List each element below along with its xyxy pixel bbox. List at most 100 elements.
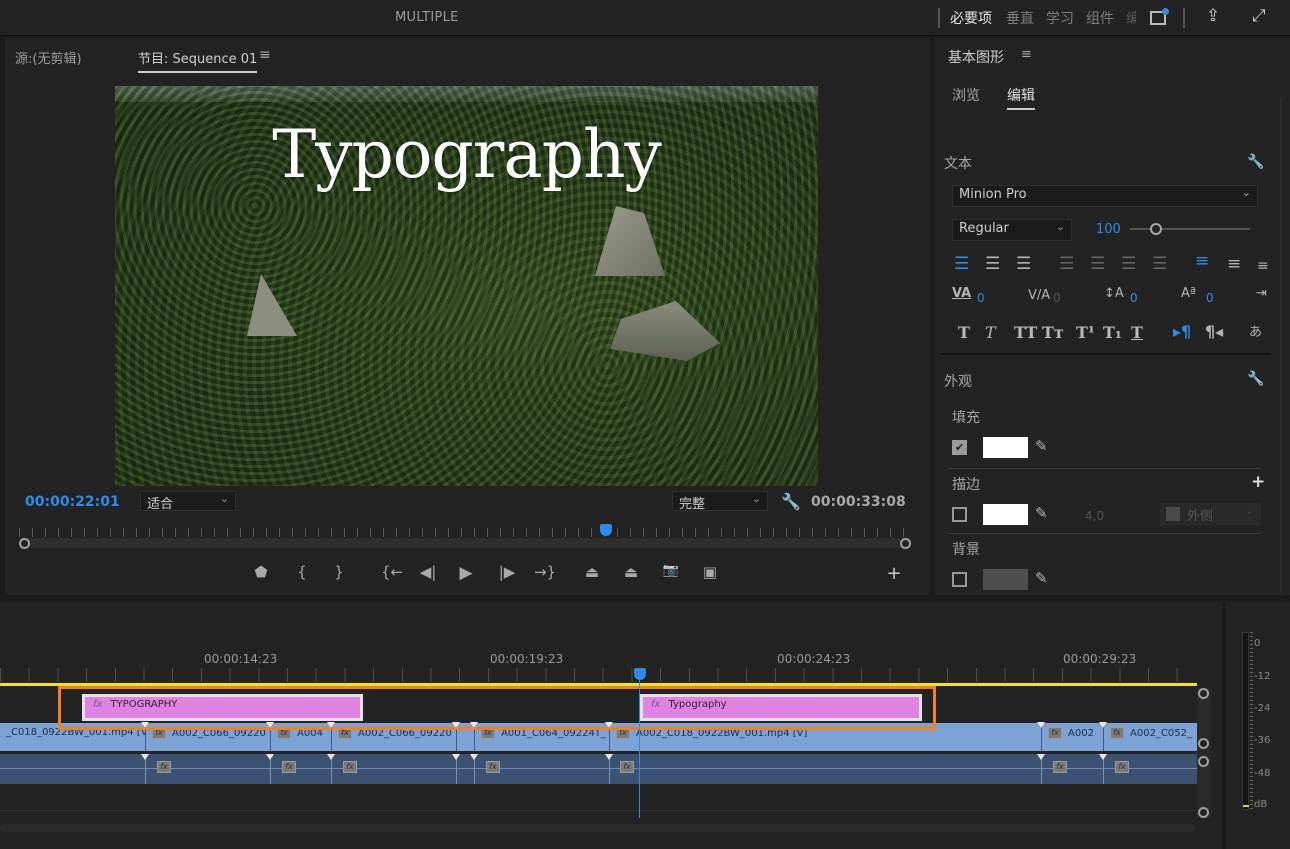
play-button[interactable]: ▶ [455, 563, 477, 583]
tab-width-icon[interactable]: ⇥ [1256, 286, 1267, 301]
tab-source-monitor[interactable]: 源:(无剪辑) [15, 48, 82, 67]
fx-badge[interactable]: fx [157, 761, 171, 773]
tab-browse[interactable]: 浏览 [952, 85, 980, 105]
align-top-icon[interactable]: ≡ [1195, 251, 1209, 271]
button-editor-add-button[interactable]: + [883, 563, 905, 584]
transition-marker[interactable] [470, 754, 478, 760]
tsume-icon[interactable]: あ [1249, 321, 1262, 340]
playback-resolution-select[interactable]: 完整 ⌄ [672, 491, 768, 512]
mark-out-button[interactable]: } [328, 563, 350, 581]
video-clip[interactable]: fx A002_C052_ [1103, 723, 1197, 751]
extract-button[interactable]: ⏏ [620, 563, 642, 581]
scrollbar-handle[interactable] [1198, 756, 1209, 767]
tab-program-monitor[interactable]: 节目: Sequence 01 [138, 48, 258, 73]
stroke-checkbox[interactable] [952, 507, 967, 522]
baseline-shift-value[interactable]: 0 [1206, 291, 1214, 305]
monitor-time-ruler[interactable] [19, 522, 911, 549]
workspace-tab-learning[interactable]: 学习 [1046, 8, 1074, 28]
faux-bold-button[interactable]: T [958, 323, 970, 342]
export-frame-button[interactable]: 📷 [660, 563, 682, 578]
transition-marker[interactable] [266, 754, 274, 760]
font-family-select[interactable]: Minion Pro ⌄ [952, 185, 1258, 207]
transition-marker[interactable] [1037, 722, 1045, 728]
fx-badge[interactable]: fx [486, 761, 500, 773]
transition-marker[interactable] [1099, 722, 1107, 728]
transition-marker[interactable] [327, 754, 335, 760]
tracking-value[interactable]: 0 [1053, 291, 1061, 305]
transition-marker[interactable] [605, 754, 613, 760]
add-stroke-icon[interactable]: + [1251, 472, 1265, 492]
slider-thumb[interactable] [1150, 223, 1162, 235]
zoom-scrollbar[interactable] [19, 538, 911, 548]
justify-last-right-icon[interactable]: ☰ [1121, 254, 1136, 274]
go-to-out-button[interactable]: →} [530, 563, 560, 581]
zoom-level-select[interactable]: 适合 ⌄ [140, 491, 236, 512]
faux-italic-button[interactable]: T [985, 323, 996, 342]
wrench-icon[interactable]: 🔧 [1247, 371, 1264, 387]
workspace-tab-editing[interactable]: 编 [1126, 8, 1136, 28]
step-back-button[interactable]: ◀| [415, 563, 441, 581]
timeline-playhead[interactable] [634, 668, 646, 680]
justify-all-icon[interactable]: ☰ [1152, 254, 1167, 274]
share-icon[interactable]: ⇪ [1206, 6, 1220, 26]
all-caps-button[interactable]: TT [1014, 323, 1037, 342]
fx-badge[interactable]: fx [1053, 761, 1067, 773]
transition-marker[interactable] [141, 754, 149, 760]
video-title-overlay[interactable]: Typography [115, 116, 818, 193]
fullscreen-icon[interactable]: ⤢ [1252, 6, 1266, 26]
font-style-select[interactable]: Regular ⌄ [952, 219, 1072, 241]
ltr-direction-icon[interactable]: ▸¶ [1173, 322, 1191, 341]
align-left-icon[interactable]: ☰ [954, 254, 969, 274]
fx-badge[interactable]: fx [1115, 761, 1129, 773]
leading-value[interactable]: 0 [1130, 291, 1138, 305]
fx-badge[interactable]: fx [620, 761, 634, 773]
kerning-value[interactable]: 0 [977, 291, 985, 305]
current-timecode[interactable]: 00:00:22:01 [25, 494, 120, 510]
vertical-scrollbar[interactable] [1197, 688, 1211, 818]
mark-in-button[interactable]: { [291, 563, 313, 581]
monitor-playhead[interactable] [600, 524, 612, 536]
wrench-settings-icon[interactable]: 🔧 [781, 492, 801, 511]
eyedropper-icon[interactable]: ✎ [1035, 569, 1048, 587]
font-size-value[interactable]: 100 [1096, 222, 1121, 237]
scrollbar-handle[interactable] [1198, 807, 1209, 818]
rtl-direction-icon[interactable]: ¶◂ [1205, 322, 1223, 341]
transition-marker[interactable] [452, 754, 460, 760]
panel-scrollbar[interactable] [1280, 98, 1282, 595]
align-center-icon[interactable]: ☰ [985, 254, 1000, 274]
justify-last-center-icon[interactable]: ☰ [1090, 254, 1105, 274]
timeline-ruler[interactable] [0, 668, 1197, 682]
background-checkbox[interactable] [952, 572, 967, 587]
panel-menu-icon[interactable]: ≡ [1021, 47, 1032, 62]
video-preview[interactable]: Typography [115, 86, 818, 486]
eyedropper-icon[interactable]: ✎ [1035, 504, 1048, 522]
lift-button[interactable]: ⏏ [581, 563, 603, 581]
add-marker-button[interactable]: ⬟ [250, 563, 272, 581]
transition-marker[interactable] [1037, 754, 1045, 760]
tab-edit[interactable]: 编辑 [1007, 85, 1035, 110]
comparison-view-button[interactable]: ▣ [699, 563, 721, 581]
fx-badge[interactable]: fx [282, 761, 296, 773]
stroke-position-select[interactable]: 外侧 ⌄ [1160, 503, 1261, 525]
fx-badge[interactable]: fx [343, 761, 357, 773]
small-caps-button[interactable]: Tт [1042, 323, 1064, 342]
go-to-in-button[interactable]: {← [377, 563, 407, 581]
wrench-icon[interactable]: 🔧 [1247, 154, 1264, 170]
workspace-tab-essentials[interactable]: 必要项 [950, 8, 992, 28]
scrollbar-handle[interactable] [1198, 738, 1209, 749]
background-color-swatch[interactable] [983, 569, 1028, 590]
scrollbar-right-handle[interactable] [900, 538, 911, 549]
eyedropper-icon[interactable]: ✎ [1035, 437, 1048, 455]
align-right-icon[interactable]: ☰ [1016, 254, 1031, 274]
workspace-tab-assembly[interactable]: 组件 [1086, 8, 1114, 28]
fill-checkbox[interactable]: ✔ [952, 440, 967, 455]
stroke-width-value[interactable]: 4,0 [1085, 509, 1104, 523]
transition-marker[interactable] [1099, 754, 1107, 760]
video-clip[interactable]: fx A002 [1041, 723, 1103, 751]
step-forward-button[interactable]: |▶ [494, 563, 520, 581]
font-size-slider[interactable] [1130, 223, 1250, 235]
panel-notification-icon[interactable] [1150, 8, 1169, 25]
justify-last-left-icon[interactable]: ☰ [1059, 254, 1074, 274]
subscript-button[interactable]: T₁ [1103, 323, 1122, 342]
horizontal-scrollbar[interactable] [0, 824, 1195, 832]
